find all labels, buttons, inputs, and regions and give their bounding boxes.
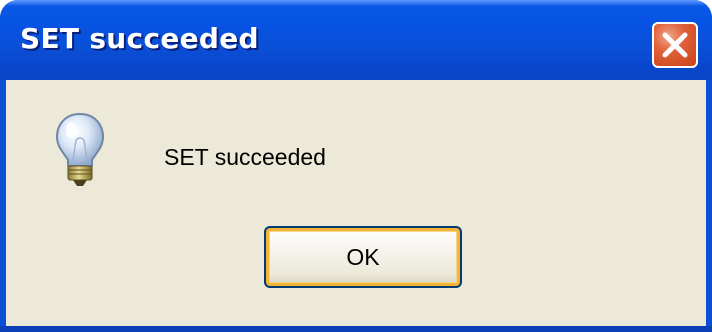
dialog-title: SET succeeded bbox=[20, 22, 259, 55]
dialog-window: SET succeeded SET succeeded OK bbox=[0, 0, 712, 332]
dialog-body: SET succeeded OK bbox=[6, 80, 706, 326]
close-icon bbox=[662, 32, 688, 58]
dialog-message: SET succeeded bbox=[164, 144, 326, 170]
title-bar[interactable]: SET succeeded bbox=[0, 0, 712, 80]
lightbulb-icon bbox=[52, 110, 108, 190]
close-button[interactable] bbox=[652, 22, 698, 68]
window-frame-bottom bbox=[0, 326, 712, 332]
ok-button-label: OK bbox=[346, 243, 380, 270]
ok-button[interactable]: OK bbox=[264, 226, 462, 288]
